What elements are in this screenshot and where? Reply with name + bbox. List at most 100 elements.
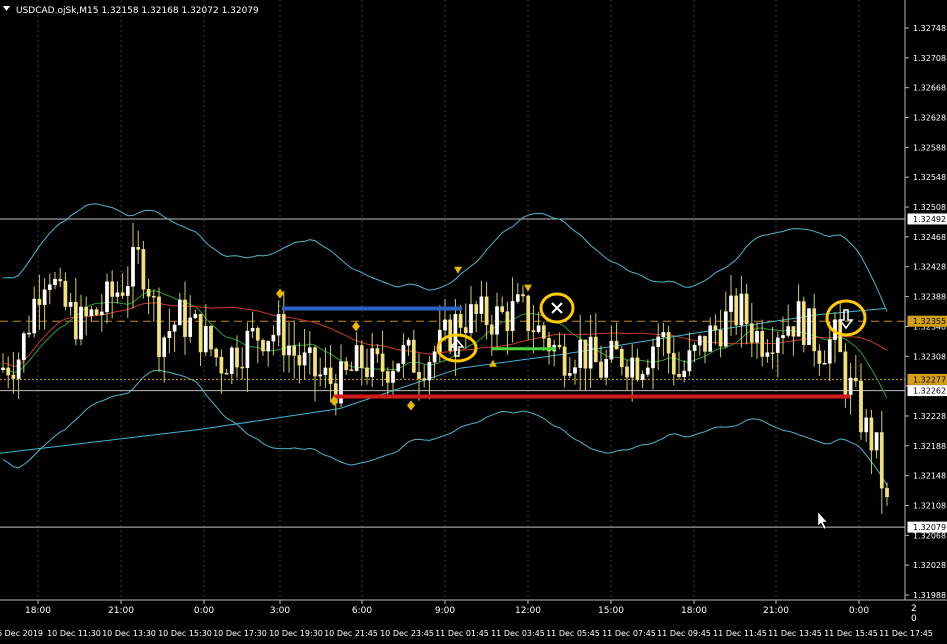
grid: [0, 0, 947, 601]
candle-body: [500, 306, 505, 312]
candle-body: [619, 348, 624, 368]
time-date-label: 6 Dec 2019: [0, 629, 43, 638]
candle-body: [47, 284, 52, 291]
candle-body: [1, 367, 5, 370]
time-date-label: 11 Dec 09:45: [657, 629, 711, 638]
candle-body: [666, 332, 671, 354]
candle-body: [115, 292, 120, 297]
candle-body: [266, 340, 271, 352]
candle-body: [697, 335, 702, 346]
candle-body: [209, 325, 213, 350]
candle-body: [89, 309, 94, 316]
candle-body: [349, 369, 354, 372]
candle-body: [302, 352, 307, 366]
price-tick-label: 1.32588: [913, 143, 946, 152]
candle-body: [131, 247, 135, 287]
price-label-text: 1.32492: [913, 215, 946, 224]
candle-body: [749, 323, 754, 343]
candle-body: [713, 325, 718, 331]
candle-body: [786, 326, 791, 336]
candle-body: [760, 331, 765, 357]
candle-body: [313, 347, 317, 377]
time-date-label: 11 Dec 13:45: [768, 629, 822, 638]
candle-body: [807, 308, 811, 345]
candle-body: [677, 373, 681, 377]
price-tick-label: 1.32068: [913, 531, 946, 540]
candle-body: [495, 306, 499, 335]
candle-body: [323, 367, 328, 376]
candle-body: [635, 357, 640, 380]
candle-body: [505, 311, 510, 332]
candle-body: [703, 335, 707, 352]
collapse-triangle-icon[interactable]: [3, 6, 10, 11]
time-date-label: 11 Dec 11:45: [713, 629, 767, 638]
candle-body: [99, 311, 104, 316]
candle-body: [354, 345, 359, 371]
candle-body: [614, 340, 619, 350]
candle-body: [609, 340, 614, 360]
price-tick-label: 1.32108: [913, 501, 946, 510]
candle-body: [396, 363, 401, 372]
candle-body: [801, 301, 806, 345]
candle-body: [370, 348, 375, 378]
candle-body: [401, 344, 406, 364]
candle-body: [110, 281, 115, 297]
candle-body: [744, 293, 749, 324]
candle-body: [385, 371, 390, 383]
candle-body: [214, 348, 219, 358]
fractal-diamond-icon: [276, 288, 284, 299]
price-tick-label: 1.32748: [913, 24, 946, 33]
candle-body: [765, 352, 770, 357]
candle-body: [37, 298, 42, 305]
mouse-cursor-icon: [817, 511, 828, 530]
candle-body: [687, 350, 692, 372]
candle-body: [193, 313, 198, 319]
candle-body: [255, 327, 260, 341]
price-tick-label: 1.32428: [913, 263, 946, 272]
candle-body: [739, 293, 744, 326]
candle-body: [593, 336, 598, 363]
candle-body: [271, 334, 276, 342]
price-tick-label: 1.32308: [913, 352, 946, 361]
candle-body: [827, 339, 832, 364]
candle-body: [885, 487, 889, 498]
candle-body: [791, 326, 796, 337]
candle-body: [484, 296, 489, 326]
candle-body: [11, 374, 16, 379]
time-date-label: 10 Dec 13:30: [102, 629, 156, 638]
candle-body: [853, 377, 858, 382]
candle-body: [526, 295, 531, 331]
candle-body: [718, 329, 723, 347]
price-tick-label: 1.32508: [913, 203, 946, 212]
candle-body: [510, 301, 515, 332]
candle-body: [562, 346, 567, 376]
candle-body: [843, 351, 848, 395]
candle-body: [567, 373, 572, 376]
candle-body: [453, 314, 458, 351]
time-tick-label: 21:00: [108, 606, 134, 616]
horizontal-levels: [0, 218, 905, 528]
candle-body: [812, 308, 817, 352]
price-chart[interactable]: 1.32748 1.32708 1.32668 1.32628 1.32588 1.325…: [0, 0, 947, 640]
chart-window[interactable]: 1.32748 1.32708 1.32668 1.32628 1.32588 1.325…: [0, 0, 947, 640]
candle-body: [229, 347, 234, 374]
time-tick-label: 21:00: [763, 606, 789, 616]
price-label-text: 1.32355: [913, 317, 946, 326]
price-tick-label: 1.32028: [913, 561, 946, 570]
candle-body: [708, 325, 713, 352]
fractal-diamond-icon: [352, 321, 360, 332]
candle-body: [16, 359, 21, 379]
candle-body: [120, 292, 125, 296]
candle-body: [521, 294, 525, 297]
candle-body: [859, 380, 863, 433]
candle-body: [188, 317, 193, 337]
candle-body: [63, 280, 68, 307]
candle-body: [391, 370, 395, 383]
candle-body: [848, 377, 853, 395]
candle-body: [380, 353, 385, 372]
x-mark-icon: [551, 302, 563, 314]
time-date-label: 10 Dec 21:45: [324, 629, 378, 638]
candle-body: [79, 306, 83, 340]
candle-body: [281, 313, 286, 356]
candle-body: [183, 299, 187, 337]
